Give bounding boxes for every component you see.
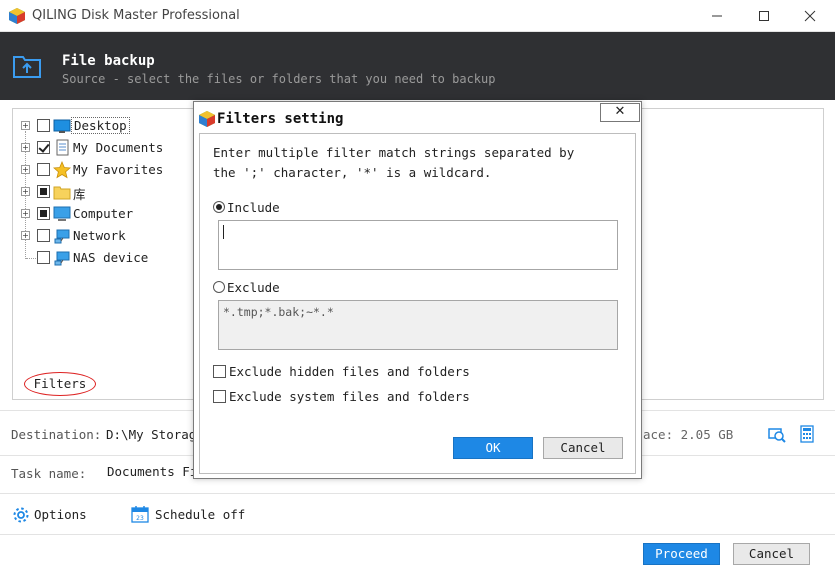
options-gear-icon[interactable] (12, 506, 30, 524)
tree-item-label: Desktop (71, 117, 130, 134)
dialog-titlebar: Filters setting ✕ (194, 102, 641, 134)
tree-checkbox[interactable] (37, 251, 50, 264)
destination-path[interactable]: D:\My Storag (106, 427, 196, 442)
minimize-button[interactable] (697, 4, 737, 28)
tree-item-label: NAS device (73, 250, 149, 265)
nas-icon (54, 251, 70, 266)
page-subtitle: Source - select the files or folders tha… (62, 72, 496, 86)
documents-icon (56, 139, 69, 156)
app-logo-icon (9, 8, 25, 24)
destination-label: Destination: (11, 427, 102, 442)
tree-checkbox[interactable] (37, 141, 50, 154)
window-titlebar: QILING Disk Master Professional (0, 0, 835, 32)
desktop-icon (53, 119, 71, 133)
expand-toggle[interactable]: + (21, 165, 30, 174)
computer-icon (53, 206, 71, 221)
tree-checkbox[interactable] (37, 207, 50, 220)
text-caret (223, 225, 224, 239)
browse-destination-icon[interactable] (768, 425, 786, 443)
exclude-system-checkbox[interactable] (213, 390, 226, 403)
dialog-close-button[interactable]: ✕ (600, 103, 640, 122)
dialog-title: Filters setting (217, 111, 344, 127)
tree-item-label: Network (73, 228, 126, 243)
exclude-hidden-checkbox[interactable] (213, 365, 226, 378)
exclude-input[interactable]: *.tmp;*.bak;~*.* (218, 300, 618, 350)
minimize-icon (712, 15, 722, 17)
expand-toggle[interactable]: + (21, 209, 30, 218)
tree-item-label: My Favorites (73, 162, 164, 177)
divider (0, 534, 835, 535)
close-icon (804, 10, 816, 22)
library-folder-icon (53, 186, 71, 200)
free-space-text: ace: 2.05 GB (643, 427, 734, 442)
instructions-line-2: the ';' character, '*' is a wildcard. (213, 165, 492, 180)
svg-text:23: 23 (136, 515, 144, 522)
exclude-system-label[interactable]: Exclude system files and folders (229, 389, 470, 404)
tree-checkbox[interactable] (37, 185, 50, 198)
window-title: QILING Disk Master Professional (32, 8, 240, 23)
expand-toggle[interactable]: + (21, 121, 30, 130)
dialog-app-icon (199, 111, 215, 127)
ok-button[interactable]: OK (453, 437, 533, 459)
tree-item-label: My Documents (73, 140, 164, 155)
exclude-label[interactable]: Exclude (227, 280, 280, 295)
tree-checkbox[interactable] (37, 229, 50, 242)
task-name-input[interactable]: Documents Fi (107, 464, 197, 479)
include-radio[interactable] (213, 201, 225, 213)
tree-item-label: Computer (73, 206, 134, 221)
tree-checkbox[interactable] (37, 163, 50, 176)
dialog-body: Enter multiple filter match strings sepa… (199, 133, 636, 474)
include-input[interactable] (218, 220, 618, 270)
schedule-link[interactable]: Schedule off (155, 507, 245, 522)
expand-toggle[interactable]: + (21, 187, 30, 196)
close-window-button[interactable] (790, 4, 830, 28)
calculator-icon[interactable] (800, 425, 814, 443)
close-icon: ✕ (614, 104, 626, 119)
dialog-cancel-button[interactable]: Cancel (543, 437, 623, 459)
expand-toggle[interactable]: + (21, 143, 30, 152)
file-backup-folder-icon (13, 56, 41, 78)
cancel-button[interactable]: Cancel (733, 543, 810, 565)
filters-link[interactable]: Filters (24, 372, 96, 396)
divider (0, 493, 835, 494)
page-title: File backup (62, 53, 155, 69)
include-label[interactable]: Include (227, 200, 280, 215)
favorites-star-icon (53, 161, 71, 179)
exclude-hidden-label[interactable]: Exclude hidden files and folders (229, 364, 470, 379)
maximize-icon (759, 11, 769, 21)
filters-setting-dialog: Filters setting ✕ Enter multiple filter … (193, 101, 642, 479)
options-link[interactable]: Options (34, 507, 87, 522)
instructions-line-1: Enter multiple filter match strings sepa… (213, 145, 575, 160)
network-icon (54, 229, 70, 244)
page-header: File backup Source - select the files or… (0, 32, 835, 100)
proceed-button[interactable]: Proceed (643, 543, 720, 565)
tree-checkbox[interactable] (37, 119, 50, 132)
task-name-label: Task name: (11, 466, 87, 481)
expand-toggle[interactable]: + (21, 231, 30, 240)
tree-item-label: 库 (73, 187, 86, 202)
exclude-value: *.tmp;*.bak;~*.* (223, 305, 334, 319)
maximize-button[interactable] (744, 4, 784, 28)
exclude-radio[interactable] (213, 281, 225, 293)
schedule-calendar-icon[interactable]: 23 (131, 505, 149, 523)
